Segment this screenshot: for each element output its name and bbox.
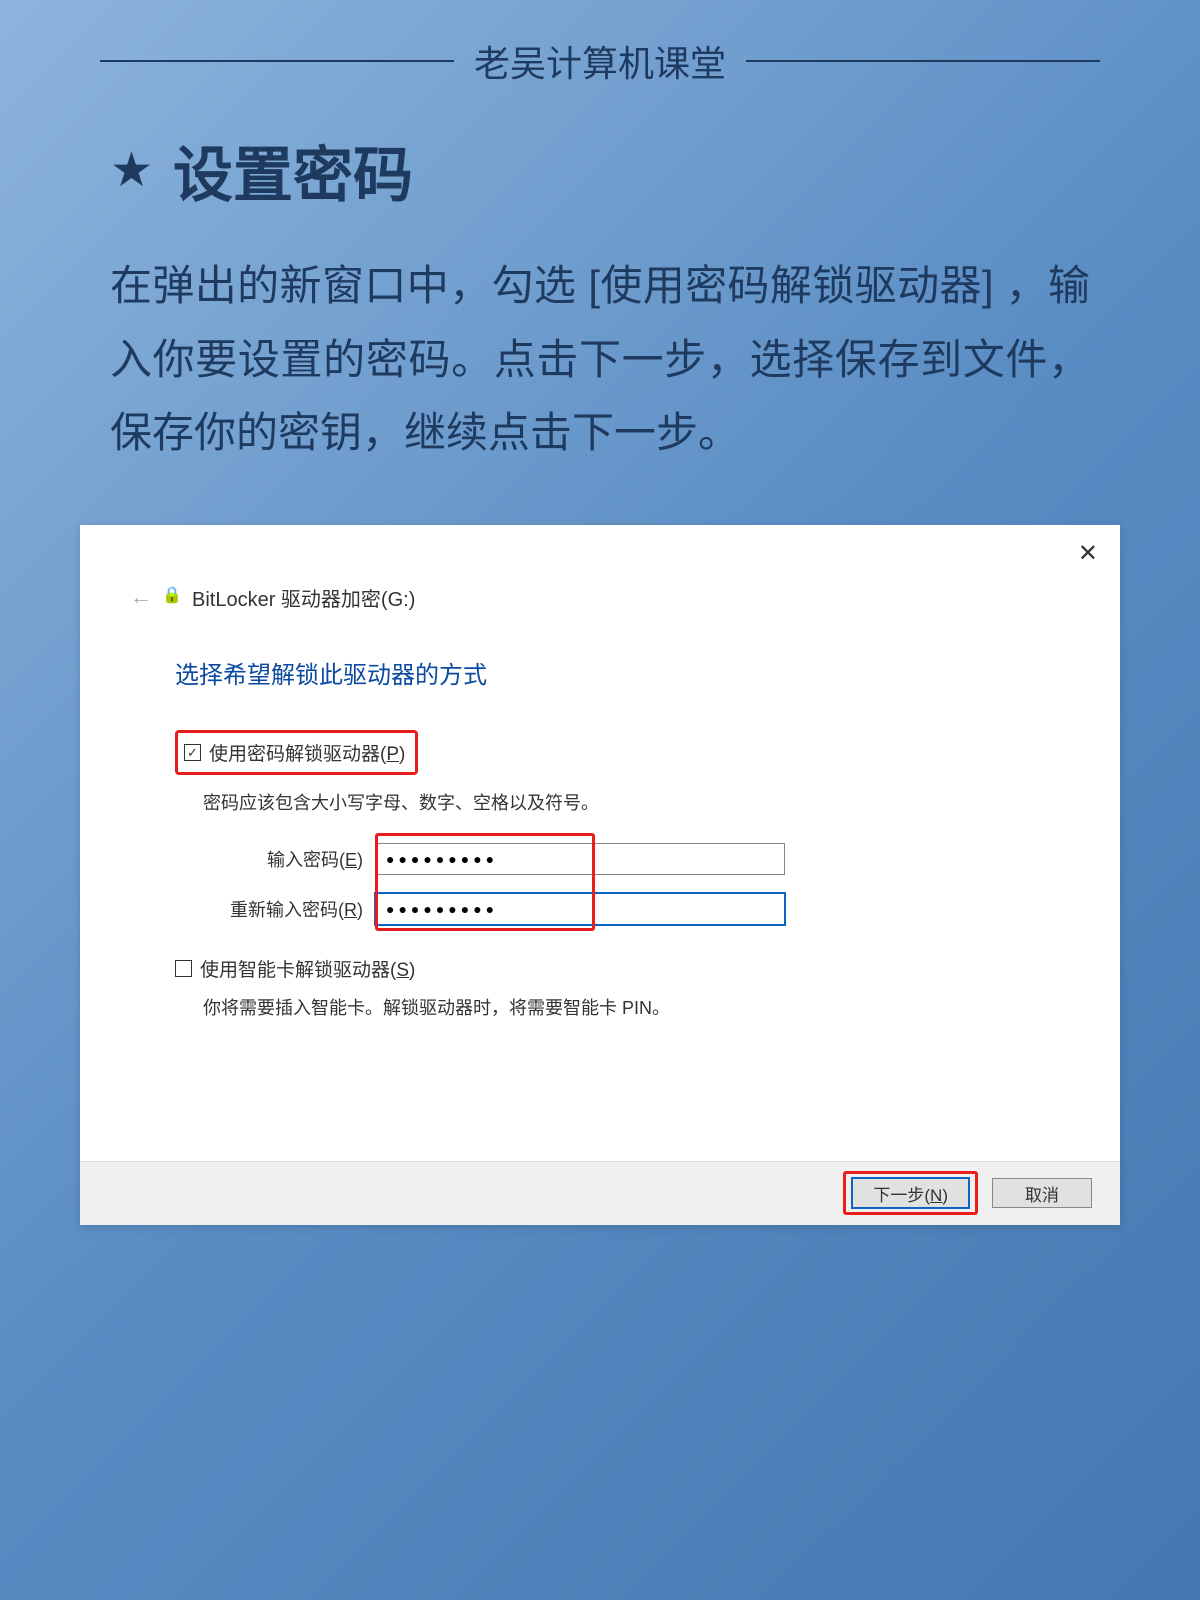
dialog-header: ← BitLocker 驱动器加密(G:) — [130, 583, 415, 612]
section-heading: ★ 设置密码 — [110, 127, 1090, 214]
password-row-1: 输入密码(E) ●●●●●●●●● — [215, 843, 1060, 875]
section-title: 设置密码 — [173, 127, 413, 214]
dialog-body: 选择希望解锁此驱动器的方式 使用密码解锁驱动器(P) 密码应该包含大小写字母、数… — [175, 655, 1060, 1048]
smartcard-checkbox[interactable] — [175, 960, 192, 977]
password-label-2: 重新输入密码(R) — [215, 896, 375, 922]
smartcard-option-row[interactable]: 使用智能卡解锁驱动器(S) — [175, 955, 1060, 982]
highlight-next-button: 下一步(N) — [843, 1171, 978, 1215]
lock-icon — [162, 587, 182, 607]
password-option-label: 使用密码解锁驱动器(P) — [209, 739, 405, 766]
section-description: 在弹出的新窗口中，勾选 [使用密码解锁驱动器] ，输入你要设置的密码。点击下一步… — [110, 249, 1090, 470]
cancel-button[interactable]: 取消 — [992, 1178, 1092, 1208]
highlight-password-option: 使用密码解锁驱动器(P) — [175, 730, 418, 775]
dialog-footer: 下一步(N) 取消 — [80, 1161, 1120, 1225]
smartcard-option-desc: 你将需要插入智能卡。解锁驱动器时，将需要智能卡 PIN。 — [203, 994, 1060, 1020]
next-button[interactable]: 下一步(N) — [852, 1178, 969, 1208]
password-option-row[interactable]: 使用密码解锁驱动器(P) — [184, 739, 405, 766]
divider-left — [100, 60, 454, 62]
dialog-title: BitLocker 驱动器加密(G:) — [192, 583, 415, 612]
dialog-prompt: 选择希望解锁此驱动器的方式 — [175, 655, 1060, 690]
page-header: 老吴计算机课堂 — [0, 0, 1200, 97]
password-checkbox[interactable] — [184, 744, 201, 761]
divider-right — [746, 60, 1100, 62]
password-fields: 输入密码(E) ●●●●●●●●● 重新输入密码(R) ●●●●●●●●● — [215, 843, 1060, 925]
back-arrow-icon[interactable]: ← — [130, 584, 152, 610]
password-option-desc: 密码应该包含大小写字母、数字、空格以及符号。 — [203, 789, 1060, 815]
password-input-1[interactable]: ●●●●●●●●● — [375, 843, 785, 875]
close-button[interactable]: ✕ — [1078, 539, 1098, 568]
password-input-2[interactable]: ●●●●●●●●● — [375, 893, 785, 925]
bitlocker-dialog: ✕ ← BitLocker 驱动器加密(G:) 选择希望解锁此驱动器的方式 使用… — [80, 525, 1120, 1225]
star-icon: ★ — [110, 147, 153, 195]
brand-title: 老吴计算机课堂 — [474, 35, 726, 87]
smartcard-option-label: 使用智能卡解锁驱动器(S) — [200, 955, 415, 982]
password-row-2: 重新输入密码(R) ●●●●●●●●● — [215, 893, 1060, 925]
content-area: ★ 设置密码 在弹出的新窗口中，勾选 [使用密码解锁驱动器] ，输入你要设置的密… — [0, 97, 1200, 470]
password-label-1: 输入密码(E) — [215, 846, 375, 872]
